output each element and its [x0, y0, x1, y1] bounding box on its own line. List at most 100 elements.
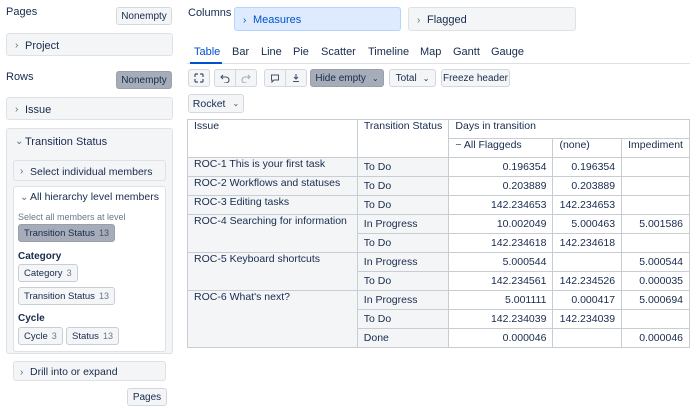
status-cell[interactable]: To Do	[356, 176, 450, 196]
chevron-down-icon: ⌄	[15, 136, 24, 147]
status-cell[interactable]: To Do	[356, 157, 450, 177]
category-chip[interactable]: Category 3	[18, 264, 78, 282]
impediment-header[interactable]: Impediment	[621, 138, 690, 158]
all-flaggeds-label: All Flaggeds	[463, 139, 522, 152]
status-cell[interactable]: In Progress	[356, 252, 450, 272]
chip-label: Transition Status	[24, 290, 95, 302]
chevron-right-icon: ›	[243, 14, 247, 26]
total-dropdown[interactable]: Total ⌄	[389, 69, 436, 87]
status-cell[interactable]: To Do	[356, 309, 450, 329]
cycle-chip[interactable]: Cycle 3	[18, 327, 63, 345]
value-cell: 5.001111	[448, 290, 554, 310]
issue-header[interactable]: Issue	[187, 119, 358, 158]
value-cell: 5.000544	[448, 252, 554, 272]
issue-cell[interactable]: ROC-3 Editing tasks	[187, 195, 358, 215]
chip-count: 13	[98, 228, 109, 238]
value-cell: 5.000544	[621, 252, 690, 272]
issue-cell[interactable]: ROC-1 This is your first task	[187, 157, 358, 177]
tab-gauge[interactable]: Gauge	[491, 46, 524, 58]
value-cell: 0.000417	[552, 290, 623, 310]
tab-gantt[interactable]: Gantt	[453, 46, 480, 58]
transition-status-label: Transition Status	[25, 135, 108, 148]
chip-label: Status	[72, 330, 99, 342]
status-cell[interactable]: In Progress	[356, 290, 450, 310]
minus-icon[interactable]: −	[455, 140, 463, 152]
tab-table[interactable]: Table	[194, 46, 220, 58]
transition-status-header[interactable]: Transition Status	[356, 119, 450, 158]
undo-icon[interactable]	[214, 69, 236, 87]
theme-dropdown[interactable]: Rocket ⌄	[188, 94, 244, 113]
category-transition-status-chip[interactable]: Transition Status 13	[18, 287, 115, 305]
value-cell: 0.203889	[552, 176, 623, 196]
chevron-right-icon: ›	[15, 104, 19, 115]
fullscreen-icon[interactable]	[188, 69, 210, 87]
value-cell: 0.000046	[448, 328, 554, 348]
issue-cell[interactable]: ROC-2 Workflows and statuses	[187, 176, 358, 196]
tabs-divider	[187, 63, 690, 64]
project-label: Project	[25, 39, 60, 52]
drill-into-or-expand[interactable]: › Drill into or expand	[13, 361, 166, 381]
redo-icon[interactable]	[235, 69, 257, 87]
hide-empty-dropdown[interactable]: Hide empty ⌄	[310, 69, 384, 87]
all-hierarchy-header[interactable]: ⌄ All hierarchy level members	[14, 187, 165, 207]
report-table: Issue Transition Status Days in transiti…	[187, 119, 690, 348]
measures-label: Measures	[253, 14, 302, 26]
tab-timeline[interactable]: Timeline	[368, 46, 409, 58]
status-cell[interactable]: To Do	[356, 195, 450, 215]
tab-line[interactable]: Line	[261, 46, 282, 58]
table-row: ROC-3 Editing tasks To Do 142.234653 142…	[187, 195, 690, 215]
table-row: ROC-5 Keyboard shortcuts In Progress 5.0…	[187, 252, 690, 291]
status-chip[interactable]: Status 13	[66, 327, 119, 345]
value-cell	[621, 157, 690, 177]
hide-empty-label: Hide empty	[315, 72, 366, 84]
issue-cell[interactable]: ROC-5 Keyboard shortcuts	[187, 252, 358, 291]
status-cell[interactable]: To Do	[356, 271, 450, 291]
pages-nonempty-button[interactable]: Nonempty	[116, 7, 172, 25]
status-cell[interactable]: To Do	[356, 233, 450, 253]
cycle-title: Cycle	[18, 313, 45, 324]
pages-button[interactable]: Pages	[127, 388, 167, 406]
issue-cell[interactable]: ROC-6 What's next?	[187, 290, 358, 348]
status-cell[interactable]: In Progress	[356, 214, 450, 234]
value-cell: 5.000463	[552, 214, 623, 234]
all-flaggeds-header[interactable]: − All Flaggeds	[448, 138, 554, 158]
category-title: Category	[18, 251, 62, 262]
download-icon[interactable]	[285, 69, 307, 87]
value-cell: 10.002049	[448, 214, 554, 234]
flagged-dimension[interactable]: › Flagged	[408, 7, 576, 31]
measures-dimension[interactable]: › Measures	[234, 7, 401, 31]
value-cell: 0.000046	[621, 328, 690, 348]
chevron-down-icon: ⌄	[20, 191, 29, 203]
chevron-right-icon: ›	[417, 14, 421, 26]
chevron-down-icon: ⌄	[371, 73, 379, 83]
issue-cell[interactable]: ROC-4 Searching for information	[187, 214, 358, 253]
days-in-transition-header[interactable]: Days in transition	[448, 119, 690, 139]
select-individual-members[interactable]: › Select individual members	[13, 160, 166, 181]
value-cell	[621, 195, 690, 215]
value-cell: 142.234561	[448, 271, 554, 291]
tab-scatter[interactable]: Scatter	[321, 46, 356, 58]
rows-nonempty-button[interactable]: Nonempty	[116, 71, 172, 89]
chevron-right-icon: ›	[20, 166, 24, 177]
tab-pie[interactable]: Pie	[293, 46, 309, 58]
value-cell: 142.234618	[552, 233, 623, 253]
freeze-header-button[interactable]: Freeze header	[441, 69, 510, 87]
status-cell[interactable]: Done	[356, 328, 450, 348]
transition-status-header[interactable]: ⌄ Transition Status	[7, 129, 172, 154]
value-cell: 142.234526	[552, 271, 623, 291]
chip-count: 3	[66, 268, 72, 278]
project-dimension[interactable]: › Project	[6, 33, 173, 56]
none-header[interactable]: (none)	[552, 138, 623, 158]
value-cell: 142.234618	[448, 233, 554, 253]
comment-icon[interactable]	[264, 69, 286, 87]
chip-label: Cycle	[24, 330, 48, 342]
issue-dimension[interactable]: › Issue	[6, 97, 173, 120]
tab-bar[interactable]: Bar	[232, 46, 249, 58]
pages-title: Pages	[6, 6, 38, 18]
columns-title: Columns	[188, 7, 232, 19]
chip-label: Transition Status	[24, 227, 95, 239]
value-cell: 142.234039	[552, 309, 623, 329]
value-cell: 5.000694	[621, 290, 690, 310]
tab-map[interactable]: Map	[420, 46, 441, 58]
transition-status-chip[interactable]: Transition Status 13	[18, 224, 115, 242]
